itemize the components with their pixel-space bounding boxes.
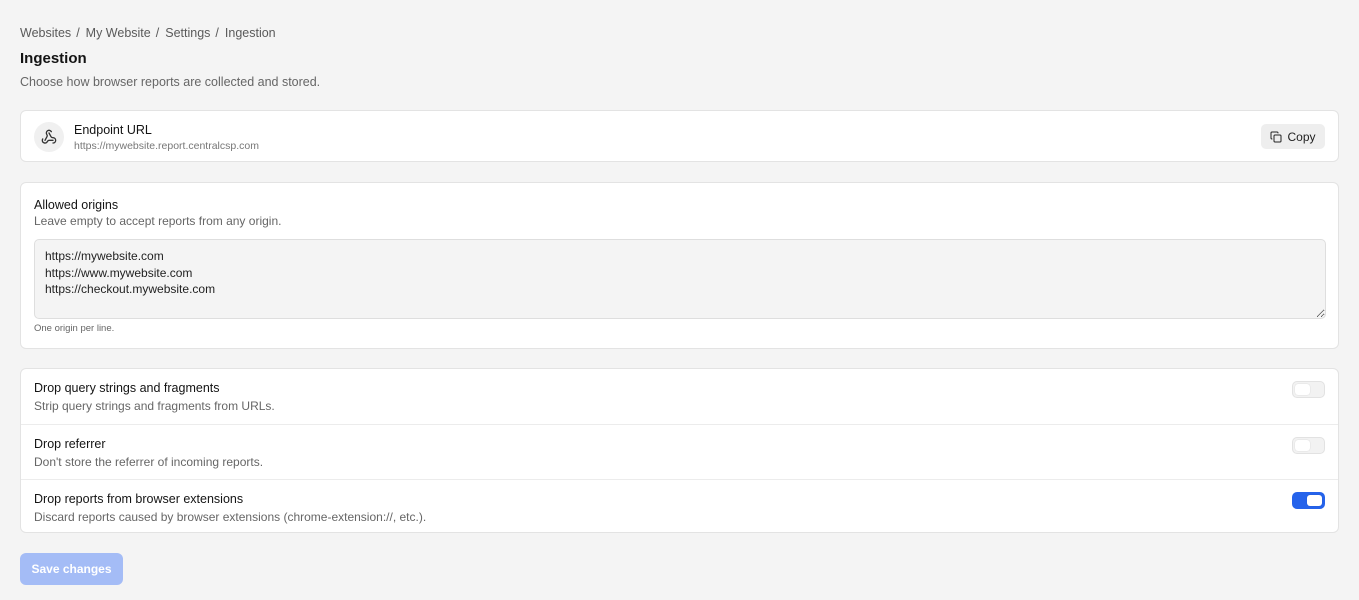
option-description: Don't store the referrer of incoming rep… (34, 455, 264, 469)
option-description: Strip query strings and fragments from U… (34, 399, 275, 413)
breadcrumb: Websites / My Website / Settings / Inges… (20, 26, 276, 40)
option-title: Drop referrer (34, 437, 106, 451)
option-drop-referrer: Drop referrer Don't store the referrer o… (21, 424, 1338, 479)
breadcrumb-separator: / (155, 26, 160, 40)
breadcrumb-settings[interactable]: Settings (165, 26, 210, 40)
endpoint-icon-badge (34, 122, 64, 152)
breadcrumb-websites[interactable]: Websites (20, 26, 71, 40)
breadcrumb-current: Ingestion (224, 26, 276, 40)
option-description: Discard reports caused by browser extens… (34, 510, 427, 524)
toggle-knob (1307, 495, 1322, 506)
option-title: Drop query strings and fragments (34, 381, 220, 395)
copy-button[interactable]: Copy (1261, 124, 1325, 149)
privacy-options-card: Drop query strings and fragments Strip q… (20, 368, 1339, 533)
allowed-origins-hint: One origin per line. (34, 323, 115, 334)
webhook-icon (41, 129, 57, 144)
toggle-knob (1295, 440, 1310, 451)
allowed-origins-input[interactable] (34, 239, 1326, 319)
page-subtitle: Choose how browser reports are collected… (20, 75, 321, 89)
option-title: Drop reports from browser extensions (34, 492, 244, 506)
copy-button-label: Copy (1287, 129, 1316, 144)
ingestion-settings-page: Websites / My Website / Settings / Inges… (0, 0, 1359, 600)
drop-referrer-toggle[interactable] (1292, 437, 1325, 454)
toggle-knob (1295, 384, 1310, 395)
allowed-origins-description: Leave empty to accept reports from any o… (34, 214, 282, 228)
option-drop-query-strings: Drop query strings and fragments Strip q… (21, 369, 1338, 424)
drop-query-strings-toggle[interactable] (1292, 381, 1325, 398)
drop-extension-reports-toggle[interactable] (1292, 492, 1325, 509)
page-title: Ingestion (20, 50, 87, 67)
copy-icon (1270, 131, 1282, 142)
allowed-origins-title: Allowed origins (34, 198, 119, 212)
endpoint-card: Endpoint URL https://mywebsite.report.ce… (20, 110, 1339, 162)
endpoint-url: https://mywebsite.report.centralcsp.com (74, 140, 259, 152)
breadcrumb-separator: / (76, 26, 80, 40)
allowed-origins-card: Allowed origins Leave empty to accept re… (20, 182, 1339, 349)
option-drop-extension-reports: Drop reports from browser extensions Dis… (21, 479, 1338, 534)
endpoint-title: Endpoint URL (74, 123, 152, 137)
breadcrumb-my-website[interactable]: My Website (86, 26, 151, 40)
save-changes-button[interactable]: Save changes (20, 553, 123, 585)
breadcrumb-separator: / (215, 26, 219, 40)
